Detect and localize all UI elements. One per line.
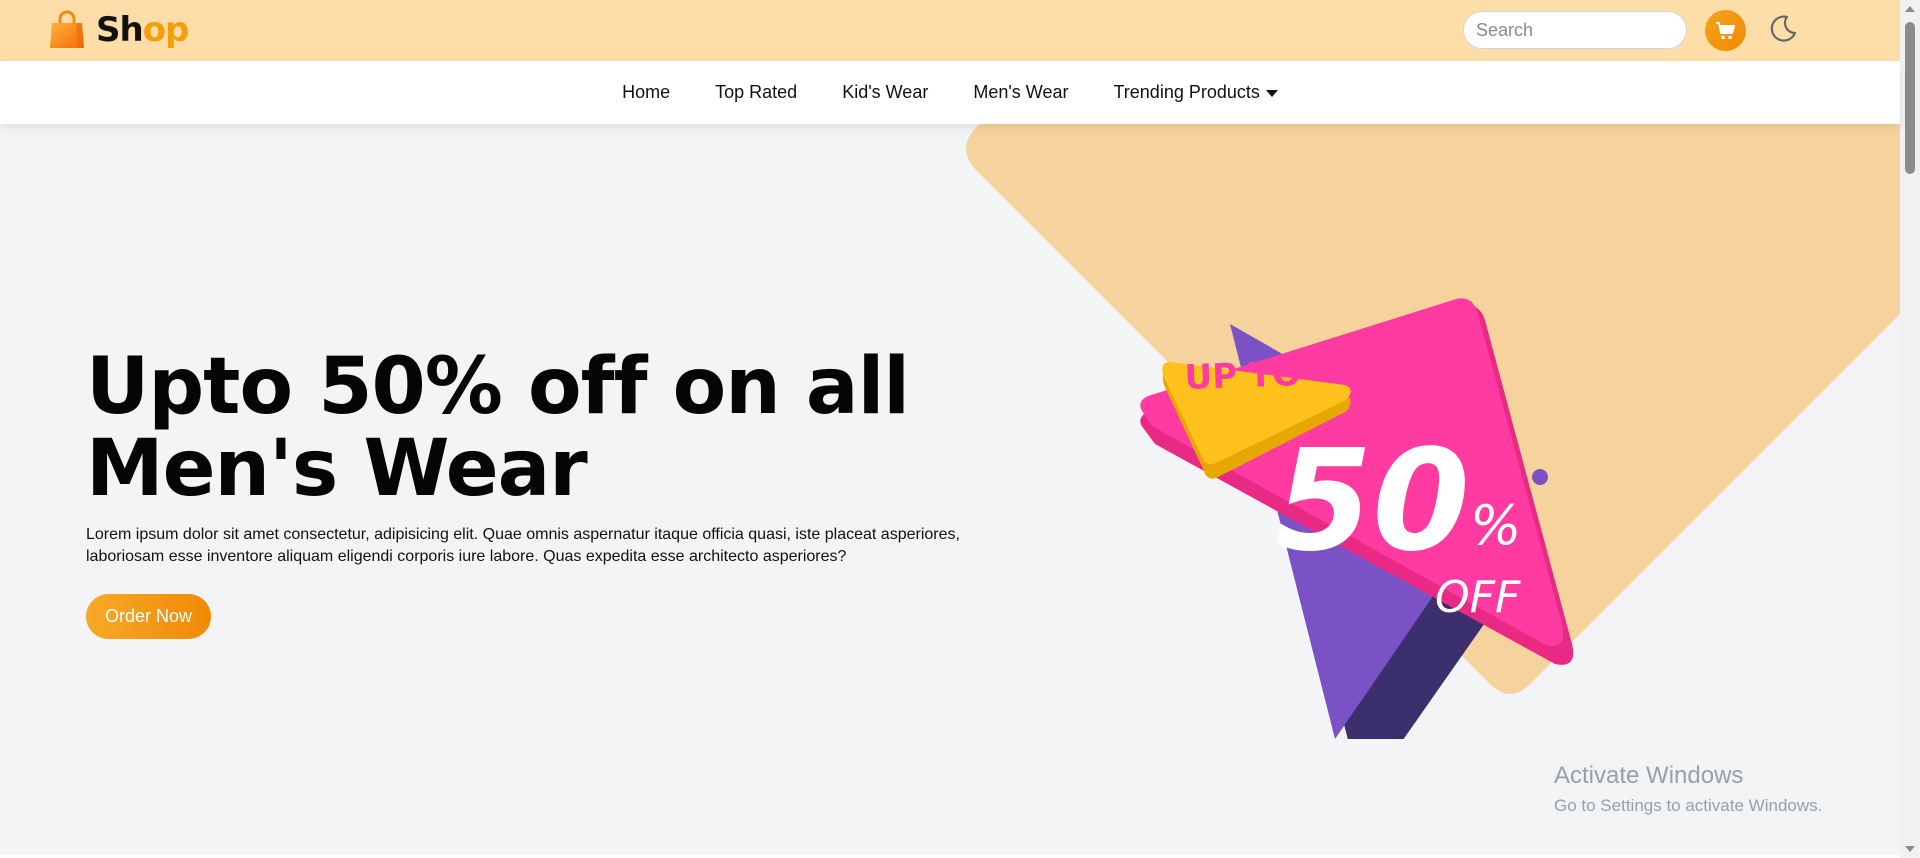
dark-mode-toggle[interactable]	[1766, 12, 1800, 46]
nav-item-mens-wear[interactable]: Men's Wear	[973, 82, 1068, 103]
scrollbar-thumb[interactable]	[1905, 22, 1915, 174]
nav-item-trending-products[interactable]: Trending Products	[1113, 82, 1278, 103]
nav-item-top-rated[interactable]: Top Rated	[715, 82, 797, 103]
headline-line-2: Men's Wear	[86, 424, 588, 514]
cart-icon	[1715, 21, 1735, 39]
scroll-up-arrow-icon[interactable]	[1905, 6, 1915, 12]
search-box[interactable]	[1463, 11, 1708, 49]
nav-item-kids-wear[interactable]: Kid's Wear	[842, 82, 928, 103]
top-bar: Shop	[0, 0, 1900, 61]
headline-line-1: Upto 50% off on all	[86, 342, 910, 432]
vertical-scrollbar[interactable]	[1900, 0, 1920, 858]
hero-section: Upto 50% off on all Men's Wear Lorem ips…	[0, 124, 1900, 858]
logo-text: Shop	[96, 10, 189, 50]
order-now-button[interactable]: Order Now	[86, 594, 211, 639]
windows-activation-watermark: Activate Windows Go to Settings to activ…	[1554, 762, 1822, 816]
moon-icon	[1770, 15, 1797, 42]
hero-description: Lorem ipsum dolor sit amet consectetur, …	[86, 526, 960, 565]
shopping-bag-icon	[50, 10, 84, 48]
promo-off-text: OFF	[1435, 572, 1521, 623]
scroll-down-arrow-icon[interactable]	[1905, 846, 1915, 852]
promo-up-to-text: UP TO	[1184, 354, 1302, 398]
nav-item-home[interactable]: Home	[622, 82, 670, 103]
search-input[interactable]	[1476, 19, 1708, 41]
main-nav: Home Top Rated Kid's Wear Men's Wear Tre…	[0, 61, 1900, 124]
sale-badge-graphic: UP TO 50 % OFF	[1140, 298, 1574, 739]
caret-down-icon[interactable]	[1265, 90, 1278, 97]
watermark-subtitle: Go to Settings to activate Windows.	[1554, 796, 1823, 815]
promo-percent-text: %	[1470, 494, 1521, 557]
hero-headline: Upto 50% off on all Men's Wear	[86, 346, 986, 510]
logo[interactable]: Shop	[48, 10, 189, 50]
watermark-title: Activate Windows	[1554, 762, 1744, 789]
cart-button[interactable]	[1705, 10, 1746, 51]
promo-50-text: 50	[1275, 420, 1470, 583]
